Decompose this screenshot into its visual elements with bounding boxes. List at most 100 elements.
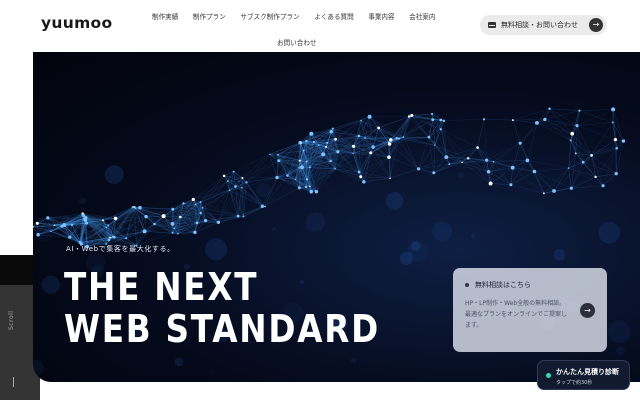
network-node [269, 153, 271, 155]
network-node [329, 130, 333, 134]
network-link [490, 183, 511, 185]
network-node [125, 237, 128, 240]
network-link [237, 206, 263, 217]
network-link [579, 110, 613, 123]
quick-estimate-button[interactable]: かんたん見積り診断 タップで約30秒 [537, 360, 630, 390]
network-link [433, 145, 436, 173]
network-node [613, 137, 618, 142]
network-link [510, 167, 513, 185]
logo[interactable]: yuumoo [41, 14, 112, 32]
network-link [243, 206, 266, 217]
network-node [416, 167, 421, 171]
estimate-subtitle: タップで約30秒 [556, 380, 593, 386]
network-link [243, 206, 263, 217]
network-node [182, 202, 185, 205]
network-node [304, 185, 308, 189]
network-link [154, 223, 173, 234]
network-link [484, 119, 513, 121]
network-node [179, 215, 182, 219]
glow-particle [616, 346, 625, 355]
network-node [216, 220, 221, 224]
network-node [228, 189, 231, 192]
network-node [226, 180, 229, 182]
free-consultation-card[interactable]: 無料相談はこちら HP・LP制作・Web全般の無料相談。最適なプランをオンライン… [453, 268, 607, 352]
network-node [309, 185, 311, 188]
network-node [575, 124, 579, 128]
nav-item-contact[interactable]: お問い合わせ [277, 39, 317, 47]
network-node [309, 131, 314, 136]
network-link [440, 129, 478, 148]
consult-card-title-row: 無料相談はこちら [465, 280, 595, 290]
consult-card-text: HP・LP制作・Web全般の無料相談。最適なプランをオンラインでご提案します。 [465, 300, 568, 329]
network-node [486, 169, 491, 174]
glow-particle [256, 182, 271, 198]
scroll-indicator-label: Scroll [8, 310, 15, 330]
network-node [444, 155, 449, 159]
scroll-indicator-line [13, 377, 14, 387]
network-link [512, 120, 521, 144]
network-node [518, 141, 522, 145]
nav-item-subscription[interactable]: サブスク制作プラン [240, 11, 299, 21]
network-node [109, 236, 112, 239]
nav-item-faq[interactable]: よくある質問 [314, 11, 354, 21]
network-node [70, 223, 74, 226]
network-link [512, 143, 521, 168]
network-node [325, 145, 328, 148]
arrow-right-icon[interactable]: → [580, 303, 595, 318]
network-link [568, 168, 572, 189]
network-link [520, 143, 528, 161]
network-node [581, 160, 585, 164]
network-link [332, 120, 362, 129]
network-link [527, 160, 535, 172]
hero-tagline: AI・Webで集客を最大化する。 [66, 245, 175, 253]
glow-particle [272, 226, 277, 231]
network-node [312, 140, 315, 144]
network-node [509, 183, 513, 187]
nav-item-works[interactable]: 制作実績 [152, 11, 178, 21]
network-node [195, 221, 199, 225]
nav-item-business[interactable]: 事業内容 [368, 11, 394, 21]
network-link [233, 154, 270, 172]
network-link [568, 155, 592, 169]
network-link [193, 180, 228, 200]
nav-item-plans[interactable]: 制作プラン [193, 11, 226, 21]
network-node [194, 203, 197, 206]
network-link [512, 167, 544, 194]
network-link [477, 147, 491, 184]
glow-particle [204, 238, 228, 261]
network-link [462, 162, 491, 184]
network-node [275, 175, 279, 180]
network-node [548, 107, 551, 110]
network-link [510, 160, 528, 185]
network-node [485, 158, 489, 162]
network-node [107, 224, 109, 226]
network-node [430, 112, 434, 116]
network-node [300, 165, 304, 170]
network-link [486, 142, 521, 161]
nav-item-company[interactable]: 会社案内 [409, 11, 435, 21]
network-node [317, 144, 320, 146]
network-node [431, 118, 435, 122]
network-node [298, 159, 301, 162]
network-node [389, 177, 391, 179]
network-node [570, 131, 575, 136]
network-node [161, 214, 166, 219]
network-node [260, 204, 264, 208]
network-node [305, 160, 308, 163]
network-node [177, 233, 179, 235]
network-link [194, 222, 219, 233]
network-node [300, 142, 302, 144]
network-node [199, 211, 202, 215]
contact-cta-button[interactable]: 無料相談・お問い合わせ → [480, 15, 607, 35]
network-node [377, 126, 381, 130]
network-link [544, 119, 571, 141]
network-node [232, 170, 235, 173]
network-node [138, 205, 142, 210]
network-node [387, 142, 392, 146]
network-link [389, 143, 419, 170]
network-node [461, 161, 463, 164]
network-node [36, 232, 40, 237]
network-link [477, 119, 485, 148]
network-node [334, 137, 338, 141]
network-node [331, 127, 334, 130]
